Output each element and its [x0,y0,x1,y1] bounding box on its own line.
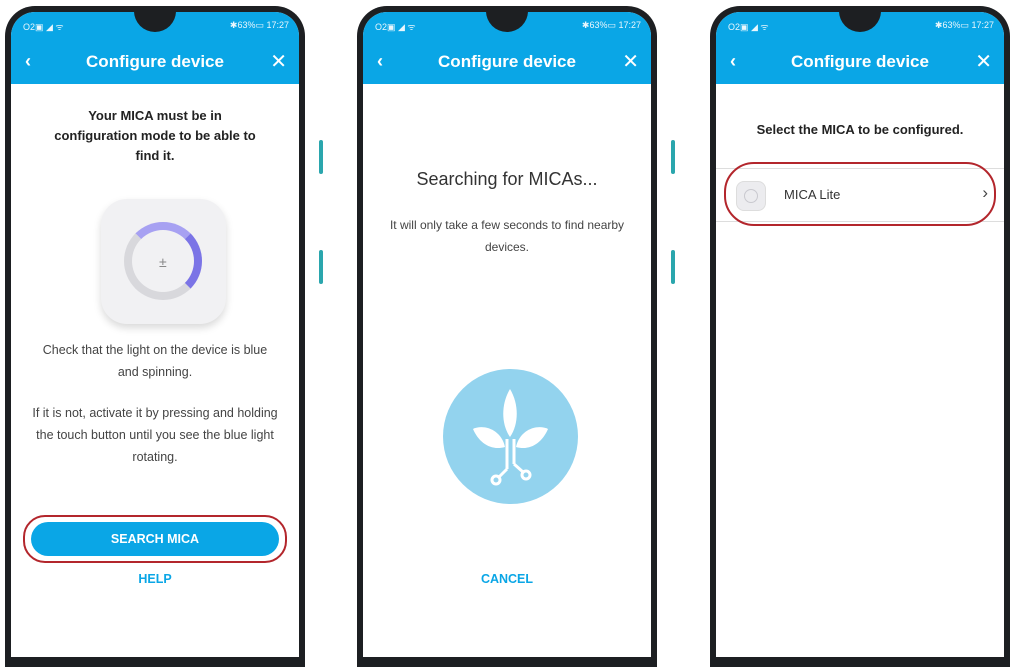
page-title: Configure device [791,52,929,71]
phone-screen-1: O2▣ ◢ ᯤ ✱63%▭ 17:27 ‹ Configure device ✕… [5,6,305,667]
side-button [671,250,675,284]
app-bar: ‹ Configure device ✕ [363,40,651,84]
status-right: ✱63%▭ 17:27 [934,20,994,30]
phone-bottom-edge [11,657,299,667]
side-button [671,140,675,174]
side-button [319,250,323,284]
phone-bottom-edge [716,657,1004,667]
device-name: MICA Lite [784,187,841,202]
phone-screen-3: O2▣ ◢ ᯤ ✱63%▭ 17:27 ‹ Configure device ✕… [710,6,1010,667]
select-heading: Select the MICA to be configured. [756,122,964,137]
searching-note: It will only take a few seconds to find … [389,218,625,254]
status-right: ✱63%▭ 17:27 [229,20,289,30]
page-title: Configure device [438,52,576,71]
cancel-button[interactable]: CANCEL [363,572,651,586]
device-image: ± [101,199,226,324]
search-mica-button[interactable]: SEARCH MICA [31,522,279,556]
status-right: ✱63%▭ 17:27 [581,20,641,30]
chevron-right-icon: › [982,183,988,202]
app-bar: ‹ Configure device ✕ [716,40,1004,84]
close-icon[interactable]: ✕ [622,49,639,74]
status-left: O2▣ ◢ ᯤ [23,22,64,32]
light-check-note: Check that the light on the device is bl… [42,343,268,379]
device-list-item[interactable]: MICA Lite › [716,168,1004,222]
activate-note: If it is not, activate it by pressing an… [32,406,278,464]
help-link[interactable]: HELP [11,572,299,586]
status-left: O2▣ ◢ ᯤ [375,22,416,32]
status-left: O2▣ ◢ ᯤ [728,22,769,32]
searching-title: Searching for MICAs... [416,169,598,189]
phone-bottom-edge [363,657,651,667]
close-icon[interactable]: ✕ [975,49,992,74]
app-bar: ‹ Configure device ✕ [11,40,299,84]
plant-icon [443,369,578,504]
side-button [319,140,323,174]
config-mode-heading: Your MICA must be in configuration mode … [54,108,256,163]
page-title: Configure device [86,52,224,71]
phone-screen-2: O2▣ ◢ ᯤ ✱63%▭ 17:27 ‹ Configure device ✕… [357,6,657,667]
device-thumb-icon [736,181,766,211]
touch-icon: ± [159,254,167,270]
close-icon[interactable]: ✕ [270,49,287,74]
